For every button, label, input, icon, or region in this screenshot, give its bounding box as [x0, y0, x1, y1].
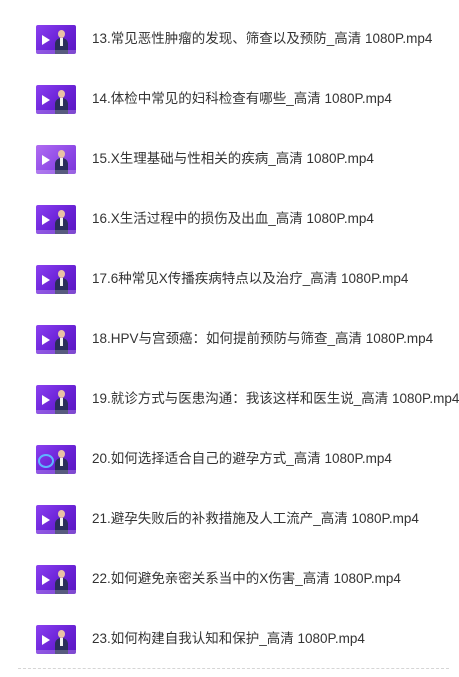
file-name: 23.如何构建自我认知和保护_高清 1080P.mp4 — [92, 631, 365, 646]
video-thumbnail-icon — [36, 565, 76, 594]
file-name: 22.如何避免亲密关系当中的X伤害_高清 1080P.mp4 — [92, 571, 401, 586]
file-row[interactable]: 13.常见恶性肿瘤的发现、筛查以及预防_高清 1080P.mp4 — [0, 19, 459, 59]
video-thumbnail-icon — [36, 25, 76, 54]
list-divider — [18, 668, 449, 669]
file-row[interactable]: 19.就诊方式与医患沟通：我该这样和医生说_高清 1080P.mp4 — [0, 379, 459, 419]
file-row[interactable]: 23.如何构建自我认知和保护_高清 1080P.mp4 — [0, 619, 459, 659]
file-row[interactable]: 18.HPV与宫颈癌：如何提前预防与筛查_高清 1080P.mp4 — [0, 319, 459, 359]
file-row[interactable]: 14.体检中常见的妇科检查有哪些_高清 1080P.mp4 — [0, 79, 459, 119]
file-name: 19.就诊方式与医患沟通：我该这样和医生说_高清 1080P.mp4 — [92, 391, 459, 406]
video-thumbnail-icon — [36, 505, 76, 534]
file-row[interactable]: 22.如何避免亲密关系当中的X伤害_高清 1080P.mp4 — [0, 559, 459, 599]
file-row[interactable]: 15.X生理基础与性相关的疾病_高清 1080P.mp4 — [0, 139, 459, 179]
file-row[interactable]: 17.6种常见X传播疾病特点以及治疗_高清 1080P.mp4 — [0, 259, 459, 299]
file-name: 20.如何选择适合自己的避孕方式_高清 1080P.mp4 — [92, 451, 392, 466]
file-name: 21.避孕失败后的补救措施及人工流产_高清 1080P.mp4 — [92, 511, 419, 526]
file-name: 14.体检中常见的妇科检查有哪些_高清 1080P.mp4 — [92, 91, 392, 106]
video-thumbnail-icon — [36, 265, 76, 294]
file-name: 13.常见恶性肿瘤的发现、筛查以及预防_高清 1080P.mp4 — [92, 31, 433, 46]
file-row[interactable]: 20.如何选择适合自己的避孕方式_高清 1080P.mp4 — [0, 439, 459, 479]
file-name: 18.HPV与宫颈癌：如何提前预防与筛查_高清 1080P.mp4 — [92, 331, 434, 346]
video-thumbnail-icon — [36, 445, 76, 474]
file-name: 15.X生理基础与性相关的疾病_高清 1080P.mp4 — [92, 151, 374, 166]
video-thumbnail-icon — [36, 385, 76, 414]
video-thumbnail-icon — [36, 85, 76, 114]
video-thumbnail-icon — [36, 145, 76, 174]
video-thumbnail-icon — [36, 325, 76, 354]
video-thumbnail-icon — [36, 205, 76, 234]
file-row[interactable]: 21.避孕失败后的补救措施及人工流产_高清 1080P.mp4 — [0, 499, 459, 539]
file-name: 16.X生活过程中的损伤及出血_高清 1080P.mp4 — [92, 211, 374, 226]
video-thumbnail-icon — [36, 625, 76, 654]
file-name: 17.6种常见X传播疾病特点以及治疗_高清 1080P.mp4 — [92, 271, 409, 286]
file-row[interactable]: 16.X生活过程中的损伤及出血_高清 1080P.mp4 — [0, 199, 459, 239]
file-list: 13.常见恶性肿瘤的发现、筛查以及预防_高清 1080P.mp4 14.体检中常… — [0, 0, 459, 677]
